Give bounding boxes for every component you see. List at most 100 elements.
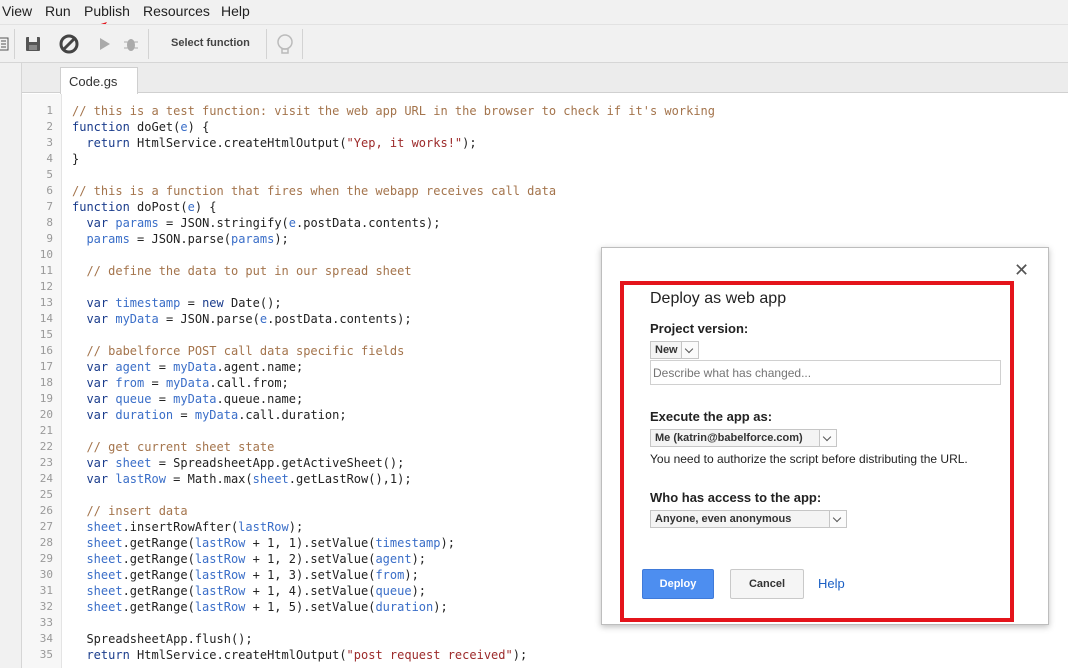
line-number: 3	[46, 136, 53, 149]
line-number: 15	[39, 328, 53, 341]
code-line: var myData = JSON.parse(e.postData.conte…	[72, 311, 411, 327]
code-token: .queue.name;	[216, 392, 304, 406]
code-line: // this is a test function: visit the we…	[72, 103, 715, 119]
line-number: 10	[39, 248, 53, 261]
files-sidebar-edge	[0, 63, 22, 668]
line-number: 25	[39, 488, 53, 501]
code-token: HtmlService.createHtmlOutput(	[137, 648, 347, 662]
code-line: return HtmlService.createHtmlOutput("pos…	[72, 647, 527, 663]
code-token: sheet	[86, 568, 123, 582]
project-version-label: Project version:	[650, 321, 749, 336]
code-token: .getRange(	[122, 568, 195, 582]
project-version-select[interactable]: New	[650, 341, 699, 359]
code-token: queue	[115, 392, 152, 406]
triggers-icon[interactable]	[58, 30, 82, 58]
version-description-input[interactable]	[650, 360, 1001, 385]
line-number: 14	[39, 312, 53, 325]
toolbar-divider	[148, 29, 149, 59]
code-token: agent	[375, 552, 412, 566]
line-number: 18	[39, 376, 53, 389]
access-select[interactable]: Anyone, even anonymous	[650, 510, 847, 528]
help-link[interactable]: Help	[818, 576, 845, 591]
line-number: 6	[46, 184, 53, 197]
code-token: sheet	[86, 584, 123, 598]
code-token: lastRow	[115, 472, 166, 486]
code-token: );	[512, 648, 528, 662]
code-token: "post request received"	[346, 648, 513, 662]
code-token: + 1, 5).setValue(	[245, 600, 376, 614]
indent-icon[interactable]	[0, 30, 10, 58]
code-line: var duration = myData.call.duration;	[72, 407, 346, 423]
code-token: = Math.max(	[165, 472, 253, 486]
debug-bug-icon[interactable]	[122, 30, 140, 58]
code-line: var lastRow = Math.max(sheet.getLastRow(…	[72, 471, 412, 487]
cancel-button[interactable]: Cancel	[730, 569, 804, 599]
line-number: 35	[39, 648, 53, 661]
code-token: new	[202, 296, 231, 310]
select-function-dropdown[interactable]: Select function	[171, 37, 250, 49]
close-icon[interactable]: ✕	[1014, 260, 1029, 281]
code-token: = JSON.parse(	[129, 232, 231, 246]
line-number: 28	[39, 536, 53, 549]
code-token: return	[86, 136, 138, 150]
code-line: sheet.getRange(lastRow + 1, 2).setValue(…	[72, 551, 426, 567]
code-token: var	[86, 392, 116, 406]
code-token: sheet	[115, 456, 152, 470]
code-line: sheet.insertRowAfter(lastRow);	[72, 519, 303, 535]
line-number: 17	[39, 360, 53, 373]
code-token: + 1, 3).setValue(	[245, 568, 376, 582]
code-token: .getLastRow(),1);	[288, 472, 412, 486]
execute-as-select[interactable]: Me (katrin@babelforce.com)	[650, 429, 837, 447]
code-line: var sheet = SpreadsheetApp.getActiveShee…	[72, 455, 404, 471]
deploy-button[interactable]: Deploy	[642, 569, 714, 599]
lightbulb-icon[interactable]	[274, 30, 296, 58]
code-token: .getRange(	[122, 600, 195, 614]
code-line: function doPost(e) {	[72, 199, 217, 215]
code-line: // insert data	[72, 503, 188, 519]
access-value: Anyone, even anonymous	[655, 513, 792, 525]
code-token: params	[230, 232, 275, 246]
code-line: // define the data to put in our spread …	[72, 263, 411, 279]
code-token: );	[411, 584, 427, 598]
menu-help[interactable]: Help	[221, 3, 250, 19]
menu-resources[interactable]: Resources	[143, 3, 210, 19]
code-token: var	[86, 296, 116, 310]
code-token: timestamp	[375, 536, 441, 550]
code-token: + 1, 4).setValue(	[245, 584, 376, 598]
code-token: =	[180, 296, 203, 310]
code-token: var	[86, 216, 116, 230]
code-line: function doGet(e) {	[72, 119, 209, 135]
line-number: 1	[46, 104, 53, 117]
code-token: from	[375, 568, 405, 582]
code-token: timestamp	[115, 296, 181, 310]
line-number: 26	[39, 504, 53, 517]
run-icon[interactable]	[98, 30, 112, 58]
execute-as-value: Me (katrin@babelforce.com)	[655, 432, 803, 444]
code-token: // this is a test function: visit the we…	[72, 104, 715, 118]
save-icon[interactable]	[24, 30, 42, 58]
code-token: HtmlService.createHtmlOutput(	[137, 136, 347, 150]
code-token: var	[86, 408, 116, 422]
code-token: =	[173, 408, 195, 422]
menu-view[interactable]: View	[2, 3, 32, 19]
tab-code-gs[interactable]: Code.gs	[60, 67, 138, 94]
code-token: // insert data	[86, 504, 188, 518]
code-token: );	[440, 536, 455, 550]
dialog-title: Deploy as web app	[650, 290, 787, 307]
code-token: lastRow	[194, 536, 246, 550]
code-token: .insertRowAfter(	[122, 520, 239, 534]
line-number: 22	[39, 440, 53, 453]
